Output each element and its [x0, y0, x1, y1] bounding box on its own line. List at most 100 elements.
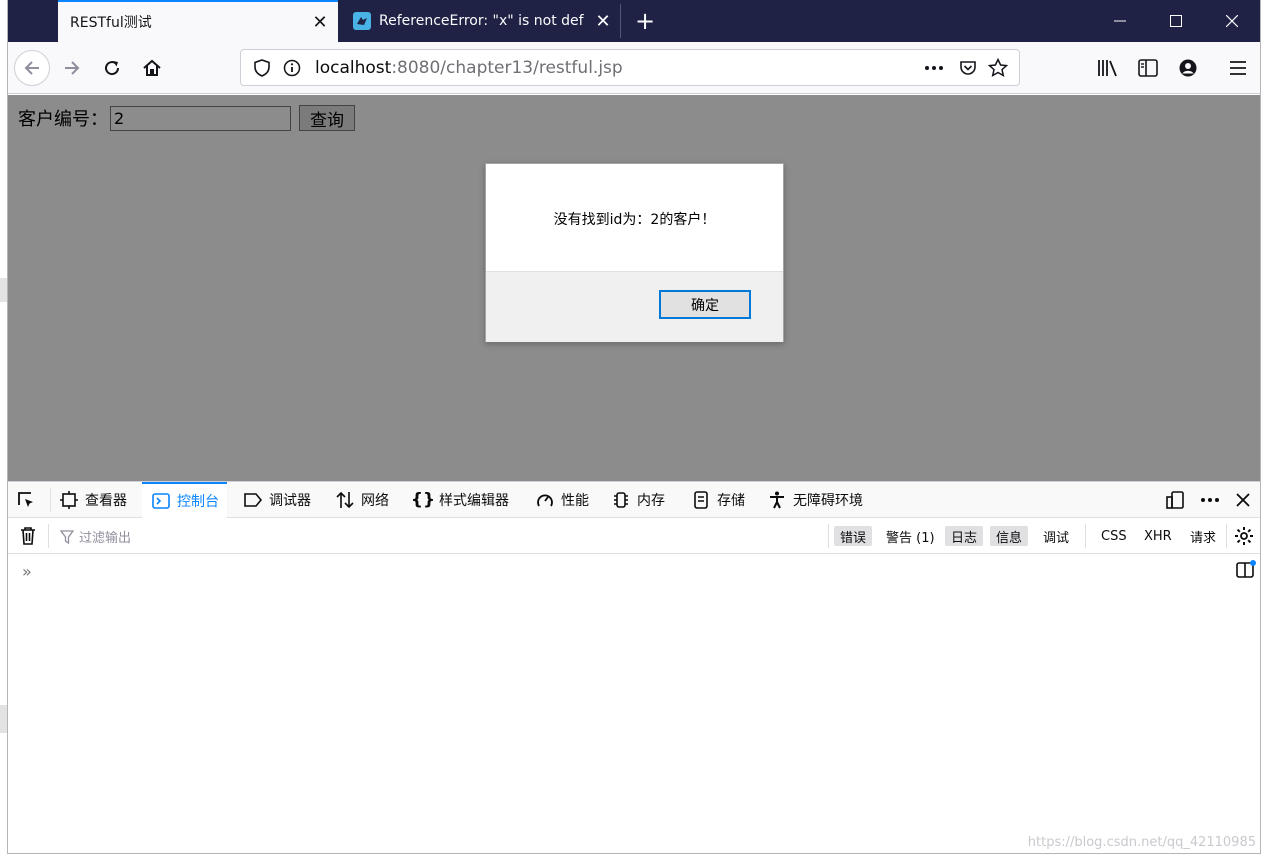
sidebar-button[interactable] [1130, 50, 1166, 86]
filter-info-button[interactable]: 信息 [990, 526, 1029, 546]
tab-label: 性能 [561, 493, 589, 509]
back-button[interactable] [14, 50, 50, 86]
url-path: :8080/chapter13/restful.jsp [391, 57, 623, 78]
tab-label: 调试器 [269, 493, 311, 509]
devtools-tab-network[interactable]: 网络 [334, 482, 389, 518]
reload-button[interactable] [94, 50, 130, 86]
home-icon [143, 59, 161, 76]
library-icon [1098, 60, 1117, 77]
devtools-tab-storage[interactable]: 存储 [690, 482, 745, 518]
ok-button[interactable]: 确定 [659, 290, 751, 319]
filter-output-input[interactable]: 过滤输出 [60, 527, 131, 546]
toolbar-separator [50, 488, 51, 512]
library-button[interactable] [1090, 50, 1126, 86]
tab-reference-error[interactable]: ReferenceError: "x" is not def ✕ [341, 0, 621, 42]
page-actions-menu-icon[interactable] [919, 53, 949, 83]
devtools-tab-memory[interactable]: 内存 [610, 482, 665, 518]
tab-close-icon[interactable]: ✕ [585, 11, 621, 32]
pocket-icon[interactable] [953, 53, 983, 83]
url-bar[interactable]: localhost:8080/chapter13/restful.jsp [240, 49, 1020, 86]
style-editor-icon: {} [410, 490, 436, 510]
info-icon[interactable] [277, 53, 307, 83]
tab-label: 查看器 [85, 493, 127, 509]
background-remnant [0, 278, 7, 302]
close-icon [1236, 493, 1250, 507]
dock-side-icon [1166, 491, 1184, 509]
close-icon [1226, 15, 1238, 27]
mdn-favicon-icon [353, 12, 371, 30]
storage-icon [690, 489, 712, 511]
devtools-more-button[interactable] [1200, 482, 1226, 518]
hamburger-menu-icon [1230, 61, 1246, 75]
filter-logs-button[interactable]: 日志 [945, 526, 984, 546]
devtools-close-button[interactable] [1236, 482, 1256, 518]
devtools-tab-performance[interactable]: 性能 [534, 482, 589, 518]
tab-restful[interactable]: RESTful测试 ✕ [58, 0, 338, 42]
console-settings-button[interactable] [1234, 526, 1254, 550]
account-icon [1179, 59, 1197, 77]
console-icon [150, 490, 172, 512]
account-button[interactable] [1170, 50, 1206, 86]
tab-separator [620, 4, 621, 38]
filter-icon [60, 529, 74, 544]
toolbar-separator [1226, 524, 1227, 548]
tab-label: 网络 [361, 493, 389, 509]
forward-button[interactable] [54, 50, 90, 86]
tab-strip: RESTful测试 ✕ ReferenceError: "x" is not d… [8, 0, 1260, 42]
devtools-tab-accessibility[interactable]: 无障碍环境 [766, 482, 863, 518]
alert-footer: 确定 [486, 271, 783, 342]
toolbar-separator [828, 524, 829, 548]
url-text[interactable]: localhost:8080/chapter13/restful.jsp [315, 58, 623, 78]
tab-label: 控制台 [177, 494, 219, 510]
tab-label: 内存 [637, 493, 665, 509]
devtools-tab-console[interactable]: 控制台 [142, 482, 227, 518]
reload-icon [105, 61, 120, 76]
devtools-tab-style-editor[interactable]: {} 样式编辑器 [410, 482, 509, 518]
tab-close-icon[interactable]: ✕ [302, 12, 338, 33]
tab-title: RESTful测试 [70, 15, 152, 31]
watermark: https://blog.csdn.net/qq_42110985 [1027, 835, 1256, 850]
element-picker-icon [18, 492, 33, 507]
debugger-icon [242, 489, 264, 511]
filter-errors-button[interactable]: 错误 [834, 526, 873, 546]
tab-label: 样式编辑器 [439, 493, 509, 509]
performance-icon [534, 489, 556, 511]
home-button[interactable] [134, 50, 170, 86]
console-prompt[interactable]: » [22, 562, 32, 581]
new-tab-button[interactable]: + [628, 0, 662, 42]
sidebar-icon [1138, 59, 1158, 77]
memory-icon [610, 489, 632, 511]
clear-console-button[interactable] [18, 526, 38, 550]
filter-requests-button[interactable]: 请求 [1184, 526, 1222, 546]
split-console-button[interactable] [1236, 560, 1256, 584]
arrow-right-icon [65, 61, 80, 75]
bookmark-star-icon[interactable] [983, 53, 1013, 83]
gear-icon [1235, 527, 1253, 545]
minimize-button[interactable] [1092, 0, 1148, 42]
tab-label: 存储 [717, 493, 745, 509]
network-icon [334, 489, 356, 511]
filter-warnings-button[interactable]: 警告 (1) [880, 526, 941, 546]
url-host: localhost [315, 57, 392, 78]
browser-window: RESTful测试 ✕ ReferenceError: "x" is not d… [7, 0, 1261, 854]
app-menu-button[interactable] [1220, 50, 1256, 86]
shield-icon[interactable] [247, 53, 277, 83]
dock-toggle-button[interactable] [1166, 482, 1192, 518]
close-window-button[interactable] [1204, 0, 1260, 42]
toolbar-separator [1085, 524, 1086, 548]
devtools-tab-debugger[interactable]: 调试器 [242, 482, 311, 518]
navigation-bar: localhost:8080/chapter13/restful.jsp [8, 42, 1260, 94]
accessibility-icon [766, 489, 788, 511]
page-content: 客户编号： 查询 没有找到id为：2的客户！ 确定 [8, 95, 1260, 481]
element-picker-button[interactable] [16, 482, 44, 518]
devtools-tab-inspector[interactable]: 查看器 [58, 482, 127, 518]
sidebar-toggle-icon [1236, 560, 1256, 578]
filter-xhr-button[interactable]: XHR [1138, 526, 1178, 546]
filter-debug-button[interactable]: 调试 [1037, 526, 1075, 546]
filter-css-button[interactable]: CSS [1095, 526, 1133, 546]
arrow-left-icon [24, 61, 39, 75]
maximize-button[interactable] [1148, 0, 1204, 42]
more-options-icon [1201, 498, 1219, 502]
filter-placeholder: 过滤输出 [79, 531, 132, 546]
inspector-icon [58, 489, 80, 511]
